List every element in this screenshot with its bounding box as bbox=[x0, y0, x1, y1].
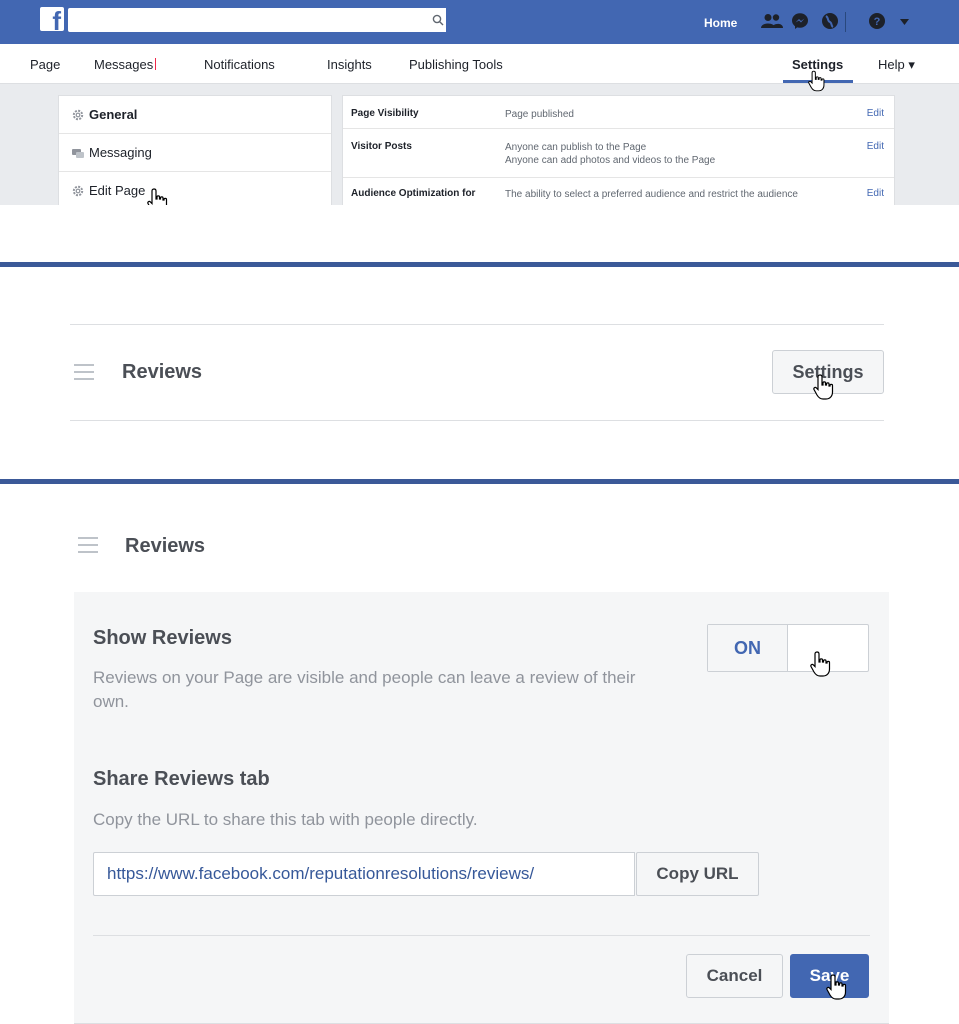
edit-link[interactable]: Edit bbox=[867, 188, 884, 199]
show-reviews-toggle[interactable]: ON bbox=[707, 624, 869, 672]
messenger-icon[interactable] bbox=[792, 13, 808, 29]
toggle-on-label: ON bbox=[708, 625, 788, 671]
top-blue-bar: f Home ? bbox=[0, 0, 959, 44]
reviews-url-field[interactable]: https://www.facebook.com/reputationresol… bbox=[93, 852, 635, 896]
gear-icon bbox=[72, 109, 84, 121]
search-icon[interactable] bbox=[430, 8, 446, 32]
edit-link[interactable]: Edit bbox=[867, 108, 884, 119]
show-reviews-description: Reviews on your Page are visible and peo… bbox=[93, 668, 636, 711]
nav-notifications[interactable]: Notifications bbox=[204, 57, 275, 72]
section-divider bbox=[0, 479, 959, 484]
copy-url-button[interactable]: Copy URL bbox=[636, 852, 759, 896]
nav-messages-label: Messages bbox=[94, 57, 154, 72]
section-divider bbox=[0, 262, 959, 267]
facebook-logo-icon[interactable]: f bbox=[40, 7, 64, 34]
svg-text:?: ? bbox=[874, 16, 881, 28]
reviews-title: Reviews bbox=[122, 361, 203, 383]
hamburger-icon[interactable] bbox=[78, 537, 98, 558]
share-reviews-description: Copy the URL to share this tab with peop… bbox=[93, 810, 478, 829]
search-input[interactable] bbox=[68, 8, 446, 32]
setting-value: Anyone can add photos and videos to the … bbox=[505, 155, 716, 166]
sidebar-item-messaging[interactable]: Messaging bbox=[59, 134, 331, 172]
setting-value: Anyone can publish to the Page bbox=[505, 142, 647, 153]
setting-key: Audience Optimization for bbox=[351, 188, 476, 199]
edit-link[interactable]: Edit bbox=[867, 141, 884, 152]
hand-cursor-icon bbox=[826, 974, 847, 1000]
friends-icon[interactable] bbox=[761, 13, 783, 29]
chat-icon bbox=[72, 149, 84, 158]
row-bottom-border bbox=[70, 420, 884, 421]
reviews-title: Reviews bbox=[125, 535, 206, 557]
sidebar-item-label: Messaging bbox=[89, 145, 152, 160]
cancel-button[interactable]: Cancel bbox=[686, 954, 783, 998]
help-icon[interactable]: ? bbox=[869, 13, 885, 29]
setting-value: The ability to select a preferred audien… bbox=[505, 189, 798, 200]
topbar-separator bbox=[845, 12, 846, 32]
hamburger-icon[interactable] bbox=[74, 364, 94, 385]
caret-down-icon[interactable] bbox=[900, 19, 909, 25]
nav-publishing-tools[interactable]: Publishing Tools bbox=[409, 57, 503, 72]
sidebar-item-edit-page[interactable]: Edit Page bbox=[59, 172, 331, 205]
settings-row-visitor-posts: Visitor Posts Anyone can publish to the … bbox=[343, 129, 894, 178]
sidebar-item-label: General bbox=[89, 107, 138, 122]
settings-sidebar: General Messaging Edit Page bbox=[58, 95, 332, 205]
setting-key: Visitor Posts bbox=[351, 141, 412, 152]
hand-cursor-icon bbox=[813, 374, 834, 400]
setting-key: Page Visibility bbox=[351, 108, 419, 119]
hand-cursor-icon bbox=[810, 651, 831, 677]
actions-separator bbox=[93, 935, 870, 936]
nav-insights[interactable]: Insights bbox=[327, 57, 372, 72]
home-link[interactable]: Home bbox=[704, 16, 737, 30]
nav-help[interactable]: Help ▾ bbox=[878, 57, 915, 73]
nav-messages[interactable]: Messages bbox=[94, 57, 157, 72]
share-reviews-heading: Share Reviews tab bbox=[93, 768, 270, 790]
settings-row-audience-optimization: Audience Optimization for The ability to… bbox=[343, 178, 894, 205]
unread-indicator bbox=[155, 58, 157, 70]
sidebar-item-label: Edit Page bbox=[89, 183, 146, 198]
settings-table: Page Visibility Page published Edit Visi… bbox=[342, 95, 895, 205]
facebook-settings-screenshot: f Home ? Page Messages Notifications Ins… bbox=[0, 0, 959, 205]
setting-value: Page published bbox=[505, 109, 574, 120]
row-top-border bbox=[70, 324, 884, 325]
gear-icon bbox=[72, 185, 84, 197]
hand-cursor-icon bbox=[808, 70, 825, 92]
hand-cursor-icon bbox=[147, 188, 168, 205]
settings-row-page-visibility: Page Visibility Page published Edit bbox=[343, 96, 894, 129]
globe-icon[interactable] bbox=[822, 13, 838, 29]
show-reviews-heading: Show Reviews bbox=[93, 627, 232, 649]
sidebar-item-general[interactable]: General bbox=[59, 96, 331, 134]
nav-page[interactable]: Page bbox=[30, 57, 60, 72]
